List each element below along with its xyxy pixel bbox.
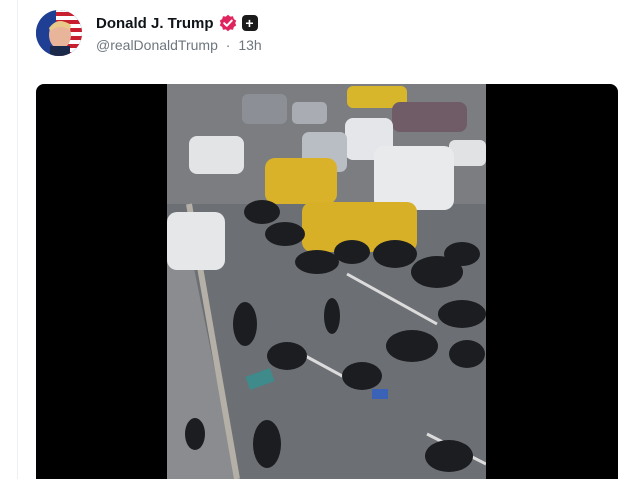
- avatar-image: [36, 10, 82, 56]
- meta-separator: ·: [225, 37, 231, 53]
- video-frame: [167, 84, 486, 479]
- timeline-divider: [17, 0, 18, 479]
- author-handle[interactable]: @realDonaldTrump: [96, 37, 218, 53]
- post-video-player[interactable]: [36, 84, 618, 479]
- avatar[interactable]: [36, 10, 82, 56]
- author-display-name[interactable]: Donald J. Trump: [96, 15, 214, 32]
- verified-badge-icon: [219, 14, 236, 32]
- author-meta: @realDonaldTrump · 13h: [96, 37, 262, 53]
- author-name-row: Donald J. Trump +: [96, 12, 258, 34]
- post-timestamp[interactable]: 13h: [238, 37, 261, 53]
- video-frame-image: [167, 84, 486, 479]
- plus-icon[interactable]: +: [241, 15, 258, 31]
